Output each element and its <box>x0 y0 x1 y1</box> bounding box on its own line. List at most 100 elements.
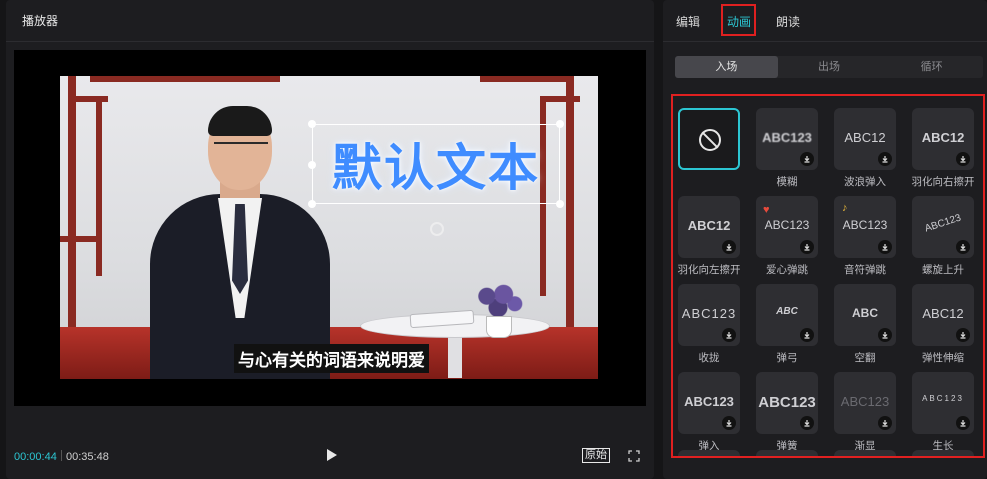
download-icon[interactable] <box>722 328 736 342</box>
subtitle-text[interactable]: 与心有关的词语来说明爱 <box>234 344 429 373</box>
animation-item[interactable]: ABC 空翻 <box>829 272 907 364</box>
thumb-text: ABC12 <box>922 306 964 321</box>
player-title: 播放器 <box>22 14 59 28</box>
download-icon[interactable] <box>878 416 892 430</box>
presenter-hair <box>208 106 272 136</box>
animation-item[interactable]: ABC123 弹入 <box>673 360 751 452</box>
animation-item[interactable]: ABC123 收拢 <box>673 272 751 364</box>
total-time: 00:35:48 <box>66 451 109 463</box>
time-separator <box>61 450 62 461</box>
download-icon[interactable] <box>800 152 814 166</box>
animation-thumb: ABC123 <box>912 196 974 258</box>
animation-item[interactable]: ABC123 渐显 <box>829 360 907 452</box>
thumb-text: ABC123 <box>842 218 888 232</box>
overlay-text[interactable]: 默认文本 <box>332 128 540 200</box>
download-icon[interactable] <box>878 152 892 166</box>
animation-item[interactable]: ABC 弹弓 <box>751 272 829 364</box>
playback-controls: 00:00:44 00:35:48 原始 <box>6 444 654 470</box>
animation-thumb: ABC12 <box>912 284 974 346</box>
animation-thumb <box>678 450 740 456</box>
music-note-icon: ♪ <box>842 202 848 214</box>
wall-frame <box>96 96 102 276</box>
thumb-text: ABC123 <box>762 130 812 145</box>
none-icon <box>699 129 721 151</box>
download-icon[interactable] <box>956 328 970 342</box>
animation-thumb <box>912 450 974 456</box>
subtab-in[interactable]: 入场 <box>675 56 778 78</box>
subtab-out[interactable]: 出场 <box>778 56 881 78</box>
wall-frame <box>60 236 98 242</box>
thumb-text: ABC12 <box>844 130 886 145</box>
animation-thumb: ABC123 <box>756 108 818 170</box>
subtab-loop[interactable]: 循环 <box>880 56 983 78</box>
download-icon[interactable] <box>956 240 970 254</box>
resize-handle[interactable] <box>308 161 316 169</box>
animation-item[interactable] <box>751 448 829 456</box>
animation-item[interactable]: ABC12 波浪弹入 <box>829 96 907 188</box>
rotate-handle-icon[interactable] <box>430 222 444 236</box>
animation-item[interactable] <box>829 448 907 456</box>
download-icon[interactable] <box>878 240 892 254</box>
animation-item[interactable] <box>673 448 751 456</box>
animation-list: ABC123 模糊 ABC12 波浪弹入 ABC12 羽化向右擦开 ABC12 … <box>673 96 983 456</box>
thumb-text: ABC123 <box>681 306 737 321</box>
text-overlay-box[interactable]: 默认文本 <box>308 120 564 208</box>
resize-handle[interactable] <box>308 200 316 208</box>
download-icon[interactable] <box>800 240 814 254</box>
fullscreen-icon[interactable] <box>628 450 640 462</box>
thumb-text: ABC123 <box>758 394 816 411</box>
animation-thumb <box>834 450 896 456</box>
thumb-text: ABC <box>776 306 798 317</box>
resize-handle[interactable] <box>556 120 564 128</box>
resize-handle[interactable] <box>556 200 564 208</box>
resize-handle[interactable] <box>308 120 316 128</box>
animation-item[interactable]: ♪ ABC123 音符弹跳 <box>829 184 907 276</box>
thumb-text: ABC123 <box>923 212 963 235</box>
download-icon[interactable] <box>722 416 736 430</box>
animation-item-none[interactable] <box>673 96 751 184</box>
wall-frame <box>566 76 574 356</box>
animation-thumb: ABC123 <box>756 372 818 434</box>
animation-thumb: ABC123 <box>912 372 974 434</box>
thumb-text: ABC12 <box>687 218 731 233</box>
video-preview[interactable]: 默认文本 与心有关的词语来说明爱 <box>14 50 646 406</box>
animation-thumb: ABC <box>756 284 818 346</box>
animation-item[interactable]: ABC123 螺旋上升 <box>907 184 983 276</box>
properties-panel: 编辑 动画 朗读 入场 出场 循环 ABC123 模糊 ABC12 波浪弹入 A… <box>663 0 987 479</box>
wall-frame <box>540 96 580 102</box>
download-icon[interactable] <box>956 416 970 430</box>
animation-thumb: ABC12 <box>912 108 974 170</box>
current-time: 00:00:44 <box>14 451 57 463</box>
download-icon[interactable] <box>956 152 970 166</box>
play-icon[interactable] <box>327 449 337 461</box>
animation-thumb: ABC12 <box>834 108 896 170</box>
tab-read-aloud[interactable]: 朗读 <box>776 13 800 30</box>
animation-item[interactable] <box>907 448 983 456</box>
tab-edit[interactable]: 编辑 <box>676 13 700 30</box>
download-icon[interactable] <box>800 328 814 342</box>
animation-thumb <box>756 450 818 456</box>
animation-item[interactable]: ABC12 弹性伸缩 <box>907 272 983 364</box>
animation-item[interactable]: ♥ ABC123 爱心弹跳 <box>751 184 829 276</box>
download-icon[interactable] <box>800 416 814 430</box>
flower-pot <box>486 316 512 338</box>
thumb-text: ABC123 <box>684 394 734 409</box>
flowers <box>470 281 526 319</box>
animation-item[interactable]: ABC12 羽化向左擦开 <box>673 184 751 276</box>
animation-thumb: ABC12 <box>678 196 740 258</box>
thumb-text: ABC <box>852 306 878 320</box>
download-icon[interactable] <box>722 240 736 254</box>
wall-frame <box>90 76 280 82</box>
thumb-text: ABC12 <box>921 130 965 145</box>
animation-item[interactable]: ABC123 弹簧 <box>751 360 829 452</box>
heart-icon: ♥ <box>763 204 770 216</box>
animation-item[interactable]: ABC123 生长 <box>907 360 983 452</box>
wall-frame <box>68 76 76 356</box>
original-ratio-button[interactable]: 原始 <box>582 448 610 463</box>
animation-thumb: ♥ ABC123 <box>756 196 818 258</box>
download-icon[interactable] <box>878 328 892 342</box>
highlight-box <box>721 4 756 36</box>
animation-grid: ABC123 模糊 ABC12 波浪弹入 ABC12 羽化向右擦开 ABC12 … <box>671 94 985 458</box>
animation-item[interactable]: ABC12 羽化向右擦开 <box>907 96 983 188</box>
animation-item[interactable]: ABC123 模糊 <box>751 96 829 188</box>
